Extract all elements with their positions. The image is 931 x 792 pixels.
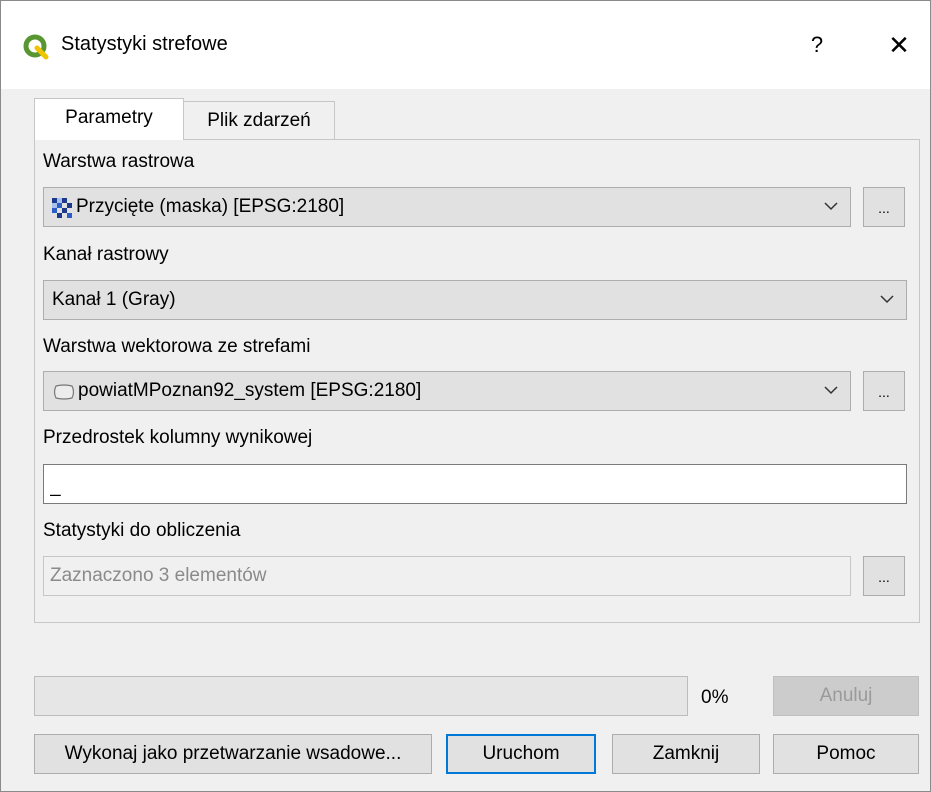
window-title: Statystyki strefowe (61, 33, 228, 55)
band-label: Kanał rastrowy (43, 244, 169, 265)
raster-layer-combo[interactable]: Przycięte (maska) [EPSG:2180] (43, 187, 851, 227)
prefix-label: Przedrostek kolumny wynikowej (43, 427, 313, 448)
run-button[interactable]: Uruchom (446, 734, 596, 774)
progress-percent: 0% (701, 687, 729, 708)
vector-layer-value: powiatMPoznan92_system [EPSG:2180] (78, 380, 422, 401)
cancel-button[interactable]: Anuluj (773, 676, 919, 716)
vector-layer-combo[interactable]: powiatMPoznan92_system [EPSG:2180] (43, 371, 851, 411)
vector-layer-label: Warstwa wektorowa ze strefami (43, 336, 311, 357)
help-dialog-button[interactable]: Pomoc (773, 734, 919, 774)
raster-layer-icon (52, 198, 72, 218)
raster-layer-value: Przycięte (maska) [EPSG:2180] (76, 196, 345, 217)
stats-field: Zaznaczono 3 elementów (43, 556, 851, 596)
tab-parametry[interactable]: Parametry (34, 98, 184, 140)
band-combo[interactable]: Kanał 1 (Gray) (43, 280, 907, 320)
chevron-down-icon (880, 295, 894, 304)
band-value: Kanał 1 (Gray) (52, 289, 176, 310)
progress-bar (34, 676, 688, 716)
raster-layer-browse-button[interactable]: ... (863, 187, 905, 227)
batch-process-button[interactable]: Wykonaj jako przetwarzanie wsadowe... (34, 734, 432, 774)
chevron-down-icon (824, 202, 838, 211)
stats-label: Statystyki do obliczenia (43, 520, 241, 541)
vector-layer-browse-button[interactable]: ... (863, 371, 905, 411)
close-button[interactable]: Zamknij (612, 734, 760, 774)
stats-value: Zaznaczono 3 elementów (50, 565, 267, 586)
dialog-window: Statystyki strefowe ? ✕ Parametry Plik z… (0, 0, 931, 792)
help-button[interactable]: ? (797, 27, 837, 63)
tab-plik-zdarzen[interactable]: Plik zdarzeń (183, 101, 335, 139)
chevron-down-icon (824, 386, 838, 395)
title-bar: Statystyki strefowe ? ✕ (1, 1, 930, 89)
prefix-input[interactable] (43, 464, 907, 504)
polygon-layer-icon (52, 383, 76, 401)
stats-browse-button[interactable]: ... (863, 556, 905, 596)
close-window-button[interactable]: ✕ (877, 27, 921, 63)
qgis-logo-icon (23, 34, 49, 60)
raster-layer-label: Warstwa rastrowa (43, 151, 195, 172)
